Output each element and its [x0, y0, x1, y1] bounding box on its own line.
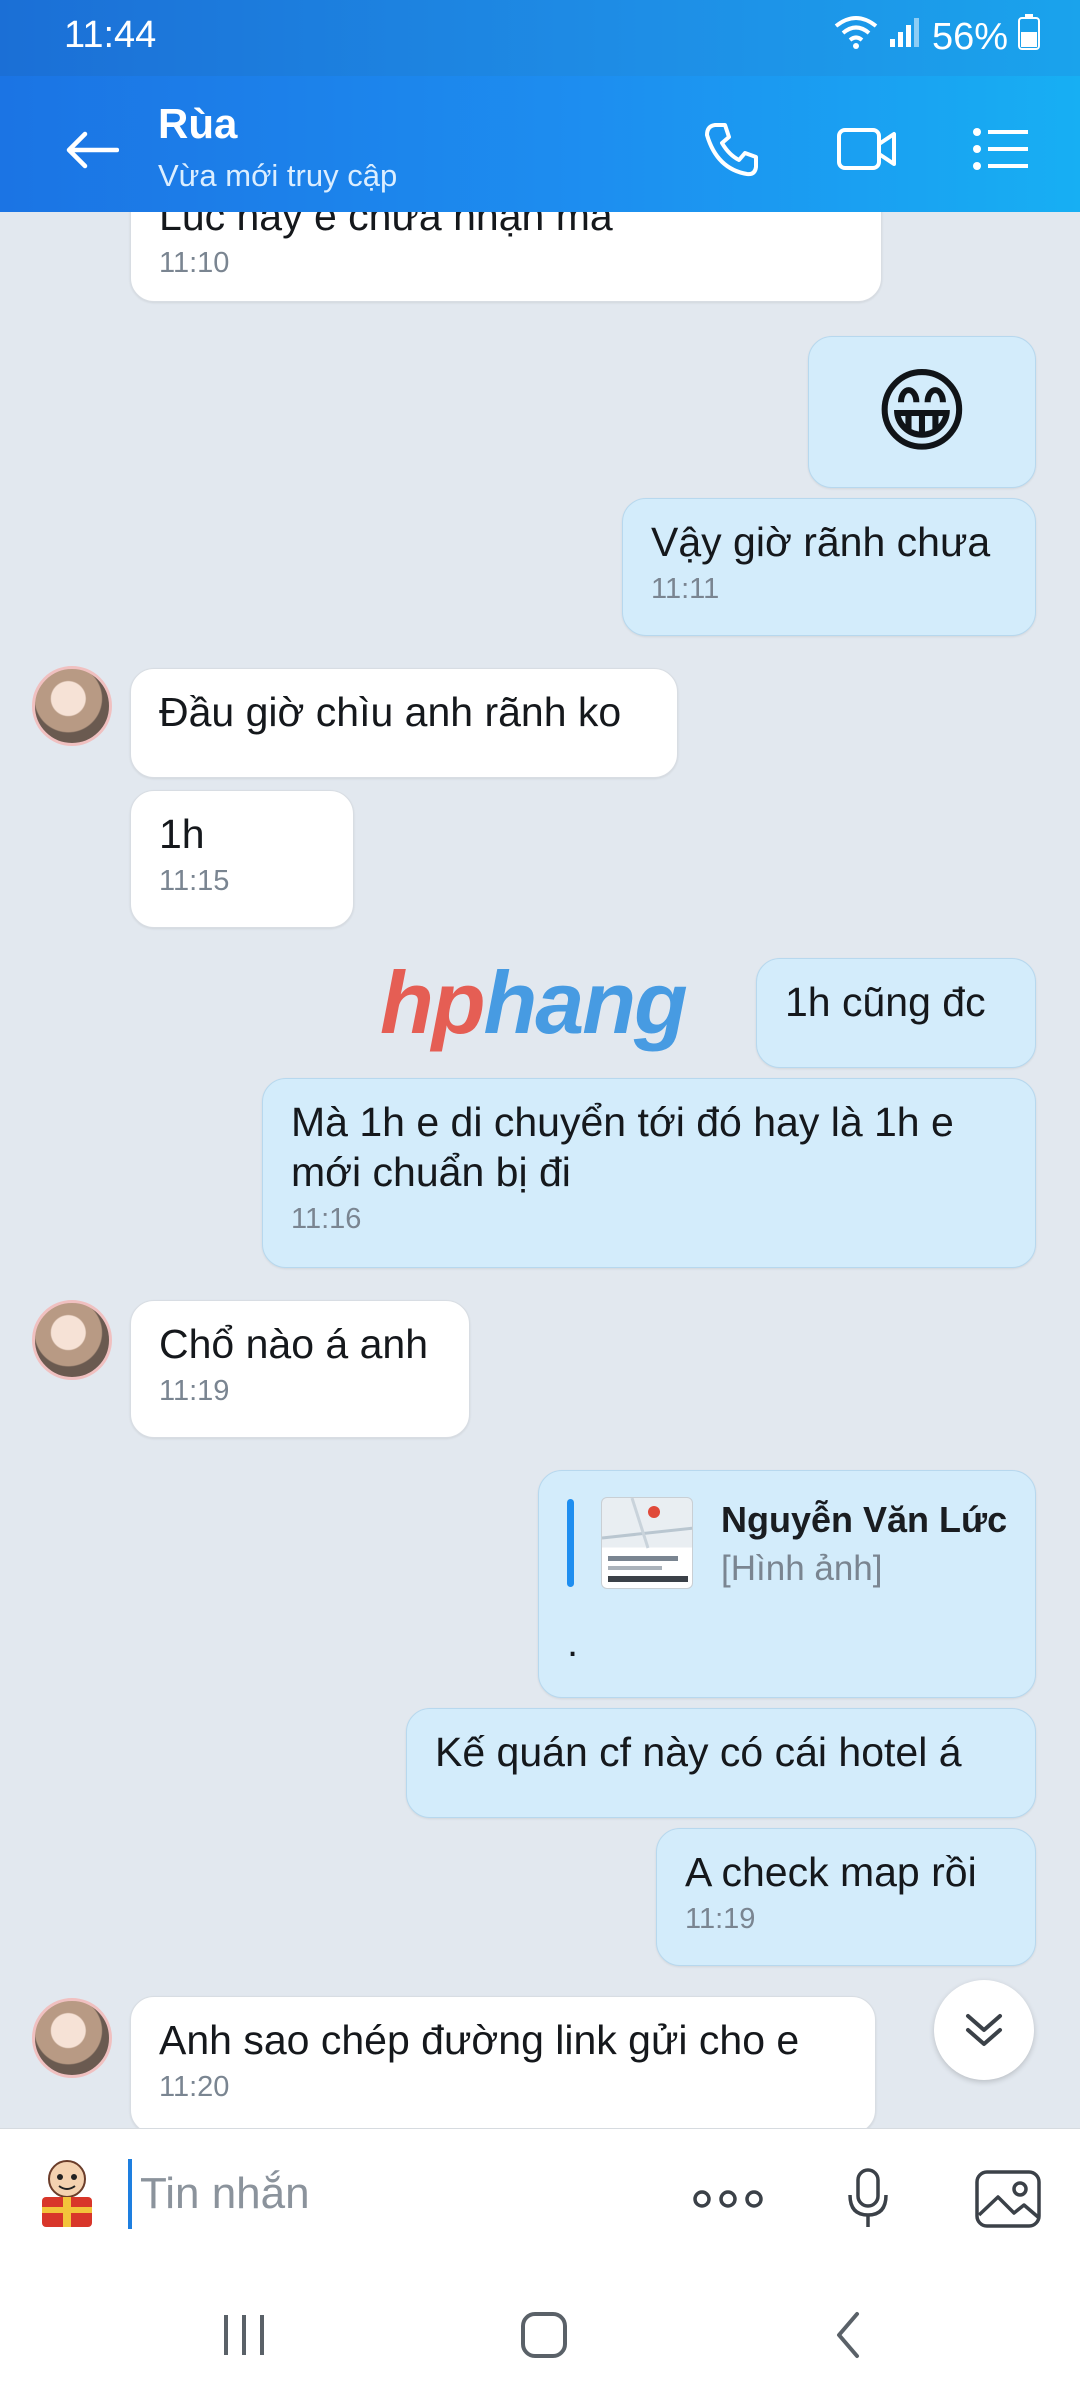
message-time: 11:20 [159, 2071, 230, 2103]
message-input-bar [0, 2128, 1080, 2266]
scroll-to-bottom-button[interactable] [934, 1980, 1034, 2080]
message-time: 11:19 [685, 1903, 756, 1935]
incoming-message[interactable]: Lúc này e chưa nhận mà 11:10 [130, 212, 882, 302]
contact-name[interactable]: Rùa [158, 100, 237, 148]
message-list[interactable]: Lúc này e chưa nhận mà 11:10 😁 Vậy giờ r… [0, 212, 1080, 2128]
message-time: 11:16 [291, 1203, 362, 1235]
more-options-button[interactable] [688, 2159, 768, 2239]
outgoing-message[interactable]: Mà 1h e di chuyển tới đó hay là 1h e mới… [262, 1078, 1036, 1268]
signal-icon [888, 15, 922, 59]
message-text: Vậy giờ rãnh chưa [651, 519, 991, 565]
recent-apps-icon [224, 2315, 264, 2355]
message-text: A check map rồi [685, 1849, 977, 1895]
incoming-message[interactable]: 1h 11:15 [130, 790, 354, 928]
chat-header: Rùa Vừa mới truy cập [0, 76, 1080, 212]
message-text: Kế quán cf này có cái hotel á [435, 1729, 962, 1775]
outgoing-message[interactable]: Vậy giờ rãnh chưa 11:11 [622, 498, 1036, 636]
message-text: Anh sao chép đường link gửi cho e [159, 2017, 800, 2063]
voice-call-button[interactable] [696, 114, 766, 184]
back-arrow-icon [66, 131, 119, 169]
video-call-button[interactable] [832, 114, 902, 184]
recent-apps-button[interactable] [204, 2300, 284, 2370]
double-chevron-down-icon [966, 2014, 1002, 2046]
outgoing-message[interactable]: 1h cũng đc [756, 958, 1036, 1068]
status-time: 11:44 [64, 14, 157, 56]
outgoing-reply-message[interactable]: Nguyễn Văn Lức [Hình ảnh] . [538, 1470, 1036, 1698]
message-text: . [567, 1621, 579, 1665]
message-text: 1h cũng đc [785, 979, 986, 1025]
wifi-icon [834, 14, 878, 60]
reply-quote-bar [567, 1499, 574, 1587]
reply-sender-name: Nguyễn Văn Lức [721, 1499, 1008, 1540]
outgoing-sticker[interactable]: 😁 [808, 336, 1036, 488]
send-image-button[interactable] [968, 2159, 1048, 2239]
back-button[interactable] [52, 110, 132, 190]
list-menu-icon [973, 128, 1028, 170]
sticker-button[interactable] [32, 2155, 102, 2231]
map-image-thumbnail[interactable] [601, 1497, 693, 1589]
message-text: Lúc này e chưa nhận mà [159, 212, 613, 239]
contact-avatar[interactable] [32, 666, 112, 746]
contact-status: Vừa mới truy cập [158, 158, 398, 193]
home-button[interactable] [504, 2300, 584, 2370]
grinning-face-emoji: 😁 [874, 361, 970, 463]
back-chevron-icon [837, 2312, 859, 2358]
chat-options-button[interactable] [966, 114, 1036, 184]
battery-icon [1018, 14, 1040, 60]
incoming-message[interactable]: Chổ nào á anh 11:19 [130, 1300, 470, 1438]
watermark-logo: hphang [380, 953, 688, 1052]
system-navigation-bar [0, 2266, 1080, 2400]
back-nav-button[interactable] [808, 2300, 888, 2370]
more-dots-icon [693, 2190, 763, 2208]
status-indicators: 56% [834, 14, 1040, 60]
incoming-message[interactable]: Anh sao chép đường link gửi cho e 11:20 [130, 1996, 876, 2128]
video-camera-icon [837, 128, 896, 170]
status-bar: 11:44 56% [0, 0, 1080, 76]
message-text: Chổ nào á anh [159, 1321, 429, 1367]
contact-avatar[interactable] [32, 1998, 112, 2078]
sticker-mascot-icon [42, 2160, 92, 2227]
message-time: 11:19 [159, 1375, 230, 1407]
reply-attachment-type: [Hình ảnh] [721, 1549, 883, 1588]
phone-icon [705, 123, 758, 177]
voice-message-button[interactable] [828, 2159, 908, 2239]
message-time: 11:15 [159, 865, 230, 897]
outgoing-message[interactable]: A check map rồi 11:19 [656, 1828, 1036, 1966]
message-input[interactable] [128, 2159, 648, 2229]
home-icon [521, 2312, 567, 2358]
microphone-icon [848, 2168, 888, 2227]
contact-avatar[interactable] [32, 1300, 112, 1380]
message-text: Đầu giờ chìu anh rãnh ko [159, 689, 622, 735]
message-text: 1h [159, 811, 205, 857]
message-text: Mà 1h e di chuyển tới đó hay là 1h e mới… [291, 1099, 954, 1195]
image-gallery-icon [975, 2170, 1041, 2228]
incoming-message[interactable]: Đầu giờ chìu anh rãnh ko [130, 668, 678, 778]
battery-level: 56% [931, 15, 1008, 58]
message-time: 11:10 [159, 247, 230, 279]
message-time: 11:11 [651, 573, 720, 605]
outgoing-message[interactable]: Kế quán cf này có cái hotel á [406, 1708, 1036, 1818]
